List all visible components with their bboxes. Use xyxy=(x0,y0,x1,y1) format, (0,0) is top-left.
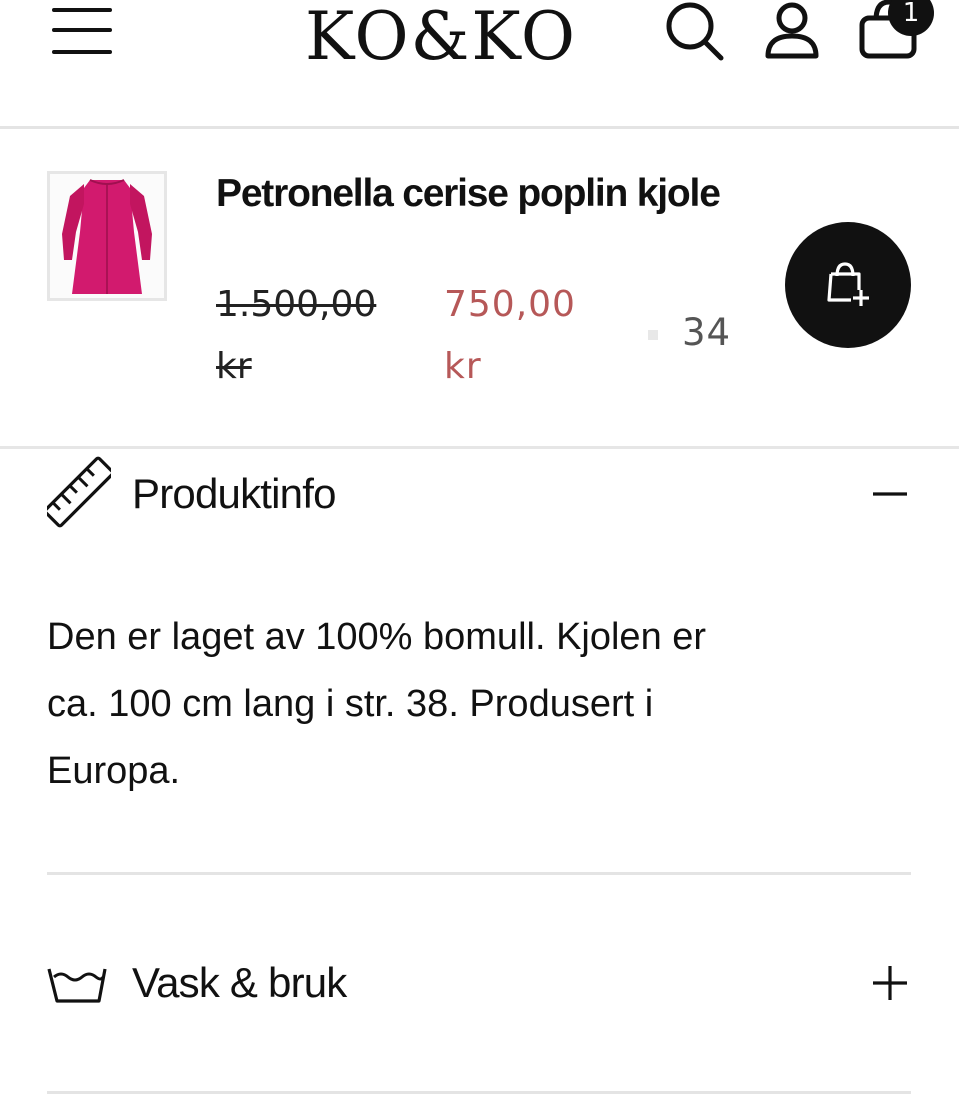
product-title[interactable]: Petronella cerise poplin kjole xyxy=(216,168,736,220)
product-info-text: Den er laget av 100% bomull. Kjolen er c… xyxy=(47,616,707,792)
accordion-header-produktinfo[interactable]: Produktinfo xyxy=(47,454,911,534)
quantity-marker xyxy=(648,330,658,340)
original-price: 1.500,00 kr xyxy=(216,284,377,387)
accordion-divider xyxy=(47,872,911,875)
accordion-label-produktinfo: Produktinfo xyxy=(132,470,336,517)
sale-price: 750,00 kr xyxy=(444,284,576,387)
quantity-value[interactable]: 34 xyxy=(682,311,731,354)
brand-logo-text: KO&KO xyxy=(304,0,578,75)
plus-icon[interactable] xyxy=(871,943,911,1023)
wash-tub-icon xyxy=(47,968,107,1003)
brand-logo[interactable]: KO&KO xyxy=(286,0,596,82)
user-icon[interactable] xyxy=(762,0,822,62)
bag-plus-icon xyxy=(827,262,869,306)
section-divider xyxy=(0,446,959,449)
dress-image xyxy=(50,174,164,298)
accordion-header-vask-bruk[interactable]: Vask & bruk xyxy=(47,943,911,1023)
menu-icon[interactable] xyxy=(52,4,114,56)
ruler-icon xyxy=(47,456,111,528)
site-header: KO&KO 1 xyxy=(0,0,959,129)
accordion-divider xyxy=(47,1091,911,1094)
product-thumbnail[interactable] xyxy=(47,171,167,301)
search-icon[interactable] xyxy=(664,0,724,62)
minus-icon[interactable] xyxy=(871,454,911,534)
add-to-cart-button[interactable] xyxy=(785,222,911,348)
accordion-label-vask-bruk: Vask & bruk xyxy=(132,959,347,1006)
